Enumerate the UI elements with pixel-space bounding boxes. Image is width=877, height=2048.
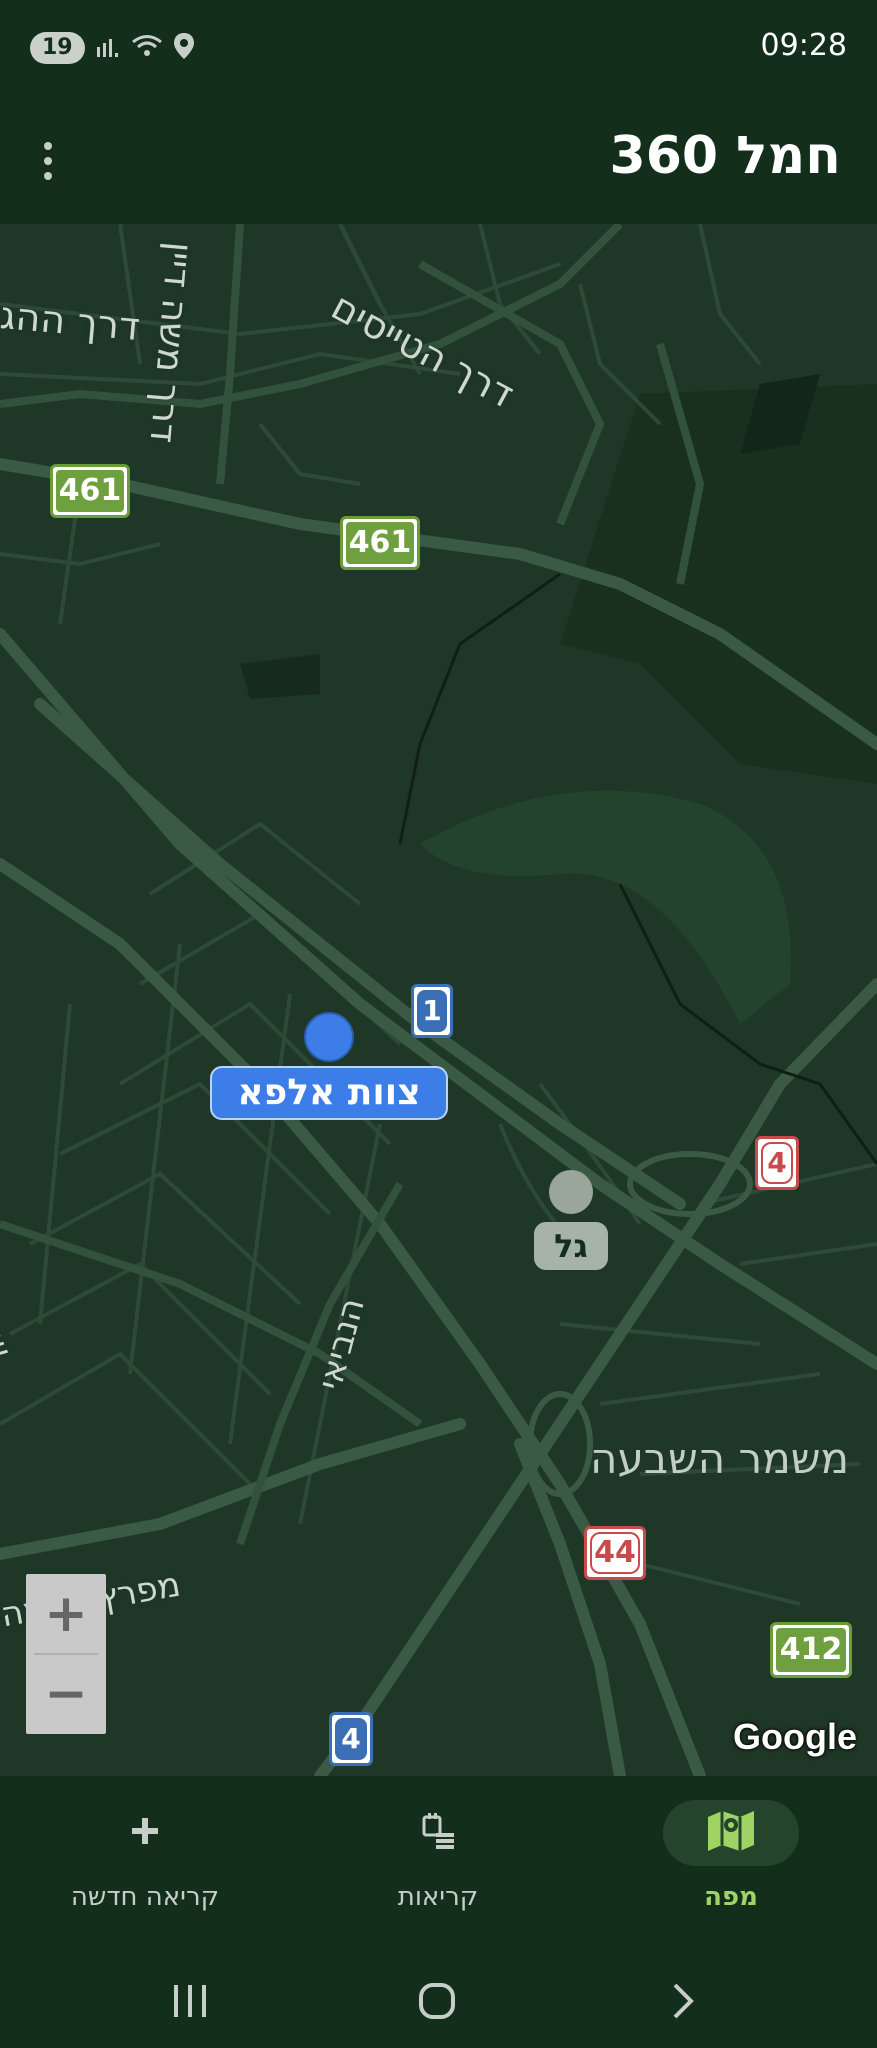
- zoom-in-button[interactable]: +: [26, 1574, 106, 1654]
- zoom-controls: + −: [26, 1574, 106, 1734]
- plus-icon: [128, 1814, 162, 1852]
- nav-icon-container: [370, 1800, 506, 1866]
- nav-item-map[interactable]: מפה: [586, 1800, 876, 1930]
- road-shield-1: 1: [411, 984, 453, 1038]
- shield-number: 1: [417, 990, 447, 1032]
- app-title: חמל 360: [609, 126, 841, 186]
- road-shield-461: 461: [340, 516, 420, 570]
- home-icon[interactable]: [407, 1976, 467, 2026]
- status-icons: 19: [30, 32, 195, 64]
- nav-label-calls: קריאות: [397, 1882, 479, 1912]
- team-alpha-label[interactable]: צוות אלפא: [210, 1066, 448, 1120]
- system-navigation-bar: [0, 1956, 877, 2048]
- shield-number: 412: [776, 1628, 846, 1672]
- gal-label[interactable]: גל: [534, 1222, 608, 1270]
- nav-item-new-call[interactable]: קריאה חדשה: [0, 1800, 290, 1930]
- shield-number: 44: [590, 1532, 640, 1574]
- back-icon[interactable]: [652, 1976, 712, 2026]
- menu-dot: [44, 142, 52, 150]
- location-icon: [173, 32, 195, 64]
- google-attribution: Google: [733, 1716, 857, 1757]
- road-shield-44: 44: [584, 1526, 646, 1580]
- shield-number: 4: [335, 1718, 367, 1760]
- zoom-out-button[interactable]: −: [26, 1654, 106, 1734]
- road-shield-461: 461: [50, 464, 130, 518]
- nav-item-calls[interactable]: קריאות: [293, 1800, 583, 1930]
- notification-count-badge: 19: [30, 32, 85, 64]
- nav-icon-container: [77, 1800, 213, 1866]
- clock: 09:28: [760, 28, 847, 63]
- shield-number: 461: [346, 522, 414, 564]
- road-shield-4: 4: [755, 1136, 799, 1190]
- gal-marker-dot[interactable]: [549, 1170, 593, 1214]
- area-label-mishmar-hashiva: משמר השבעה: [590, 1434, 850, 1483]
- map-icon: [706, 1809, 756, 1857]
- nav-icon-container: [663, 1800, 799, 1866]
- calls-list-icon: [418, 1811, 458, 1855]
- nav-label-map: מפה: [704, 1882, 758, 1912]
- signal-icon: [95, 33, 121, 63]
- recents-icon[interactable]: [160, 1976, 220, 2026]
- wifi-icon: [131, 33, 163, 63]
- menu-dot: [44, 157, 52, 165]
- more-vert-icon[interactable]: [28, 136, 68, 186]
- road-shield-412: 412: [770, 1622, 852, 1678]
- app-bar: חמל 360: [0, 100, 877, 224]
- bottom-navigation: קריאה חדשה קריאות מפה: [0, 1776, 877, 1956]
- menu-dot: [44, 172, 52, 180]
- status-bar: 19 09:28: [0, 0, 877, 100]
- shield-number: 4: [761, 1142, 793, 1184]
- team-alpha-marker-dot[interactable]: [304, 1012, 354, 1062]
- shield-number: 461: [56, 470, 124, 512]
- map-view[interactable]: דרך הטייסים דרך משה דיין דרך ההג הנביאי …: [0, 224, 877, 1776]
- nav-label-new-call: קריאה חדשה: [70, 1882, 220, 1912]
- road-shield-4: 4: [329, 1712, 373, 1766]
